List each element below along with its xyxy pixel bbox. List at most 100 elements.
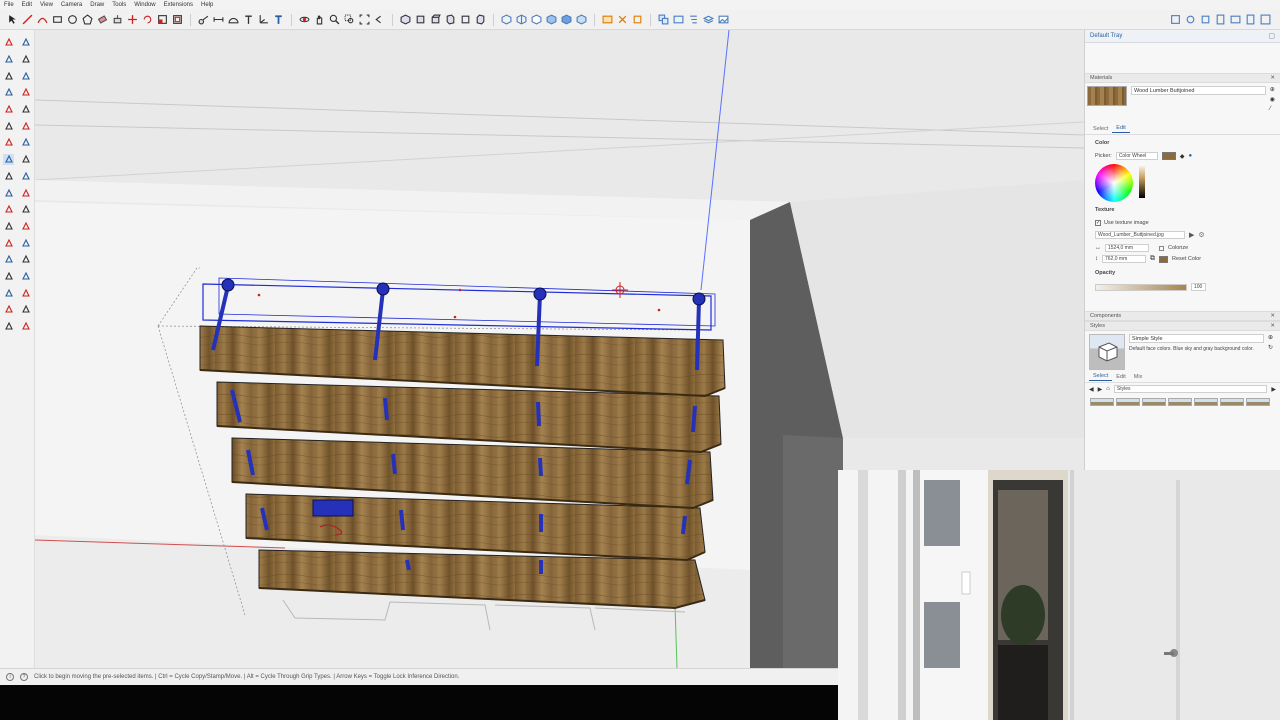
pan-icon[interactable] [313, 13, 326, 27]
paint-bucket-icon[interactable] [20, 54, 31, 65]
close-icon[interactable]: ✕ [1270, 323, 1275, 329]
menu-file[interactable]: File [4, 0, 14, 10]
style-swatch[interactable] [1142, 398, 1166, 406]
close-icon[interactable]: ✕ [1270, 75, 1275, 81]
push-pull-icon[interactable] [111, 13, 124, 27]
pan-icon[interactable] [20, 254, 31, 265]
menu-draw[interactable]: Draw [90, 0, 104, 10]
move-tool-icon[interactable] [126, 13, 139, 27]
styles-collection-select[interactable]: Styles [1113, 385, 1268, 393]
scenes-icon[interactable] [717, 13, 730, 27]
circle-tool-icon[interactable] [3, 104, 14, 115]
rectangle-tool-icon[interactable] [3, 87, 14, 98]
edit-texture-icon[interactable]: ⚙ [1198, 231, 1204, 239]
select-tool-icon[interactable] [3, 37, 14, 48]
three-point-arc-icon[interactable] [20, 137, 31, 148]
line-tool-icon[interactable] [3, 70, 14, 81]
front-view-icon[interactable] [429, 13, 442, 27]
menu-camera[interactable]: Camera [61, 0, 82, 10]
reset-color-label[interactable]: Reset Color [1172, 256, 1201, 262]
paint-bucket-icon[interactable]: ◉ [1270, 96, 1275, 103]
rectangle-tool-icon[interactable] [51, 13, 64, 27]
two-point-arc-icon[interactable] [20, 120, 31, 131]
rotate-tool-icon[interactable] [3, 170, 14, 181]
shadows-icon[interactable] [1244, 13, 1257, 27]
fog-icon[interactable] [1259, 13, 1272, 27]
move-tool-icon[interactable] [3, 153, 14, 165]
style-swatch[interactable] [1246, 398, 1270, 406]
offset-tool-icon[interactable] [171, 13, 184, 27]
back-arrow-icon[interactable]: ◀ [1089, 386, 1094, 393]
colorize-checkbox[interactable] [1159, 245, 1164, 251]
eraser-tool-icon[interactable] [96, 13, 109, 27]
axes-tool-icon[interactable] [257, 13, 270, 27]
pie-tool-icon[interactable] [3, 137, 14, 148]
protractor-icon[interactable] [227, 13, 240, 27]
tab-styles-select[interactable]: Select [1089, 372, 1113, 381]
orbit-icon[interactable] [298, 13, 311, 27]
section-display-icon[interactable] [616, 13, 629, 27]
browse-folder-icon[interactable]: ▶ [1189, 231, 1194, 239]
create-material-icon[interactable]: ⊕ [1270, 86, 1275, 93]
brightness-slider[interactable] [1139, 164, 1145, 198]
wireframe-icon[interactable] [515, 13, 528, 27]
tab-styles-mix[interactable]: Mix [1130, 373, 1147, 381]
left-view-icon[interactable] [474, 13, 487, 27]
hidden-line-icon[interactable] [530, 13, 543, 27]
style-thumbnails-strip[interactable] [1085, 395, 1280, 409]
styles-panel-header[interactable]: Styles ✕ [1085, 321, 1280, 331]
current-color-swatch[interactable] [1161, 152, 1176, 160]
tab-styles-edit[interactable]: Edit [1112, 373, 1129, 381]
arc-tool-icon[interactable] [36, 13, 49, 27]
close-icon[interactable]: ✕ [1270, 313, 1275, 319]
style-swatch[interactable] [1116, 398, 1140, 406]
zoom-icon[interactable] [3, 270, 14, 281]
material-swatch[interactable] [1087, 86, 1127, 106]
opacity-value-field[interactable]: 100 [1191, 283, 1206, 291]
scale-tool-icon[interactable] [156, 13, 169, 27]
axes-tool-icon[interactable] [3, 237, 14, 248]
rotated-rect-icon[interactable] [20, 87, 31, 98]
offset-tool-icon[interactable] [20, 187, 31, 198]
shaded-textures-icon[interactable] [560, 13, 573, 27]
details-arrow-icon[interactable]: ▶ [1271, 386, 1276, 393]
opacity-slider[interactable] [1095, 283, 1187, 291]
follow-me-icon[interactable] [20, 170, 31, 181]
styles-tray-icon[interactable] [1199, 13, 1212, 27]
instructor-icon[interactable] [1229, 13, 1242, 27]
orbit-icon[interactable] [3, 254, 14, 265]
polygon-tool-icon[interactable] [20, 104, 31, 115]
texture-height-field[interactable]: 762,0 mm [1102, 255, 1146, 263]
rotate-tool-icon[interactable] [141, 13, 154, 27]
line-tool-icon[interactable] [21, 13, 34, 27]
scale-tool-icon[interactable] [3, 187, 14, 198]
zoom-window-icon[interactable] [20, 270, 31, 281]
eyedropper-icon[interactable]: ● [1188, 153, 1192, 159]
style-thumbnail[interactable] [1089, 334, 1125, 370]
use-texture-checkbox[interactable]: ✓ [1095, 220, 1101, 226]
dimension-tool-icon[interactable] [212, 13, 225, 27]
position-camera-icon[interactable] [3, 304, 14, 315]
menu-extensions[interactable]: Extensions [164, 0, 193, 10]
sample-paint-icon[interactable]: ⁄ [1270, 106, 1275, 112]
section-plane-icon[interactable] [20, 321, 31, 332]
small-box-object[interactable] [312, 499, 354, 517]
walk-icon[interactable] [20, 304, 31, 315]
outliner-icon[interactable] [687, 13, 700, 27]
material-name-field[interactable]: Wood Lumber Buttjoined [1131, 86, 1266, 95]
zoom-window-icon[interactable] [343, 13, 356, 27]
texture-file-field[interactable]: Wood_Lumber_Buttjoined.jpg [1095, 231, 1185, 239]
picker-select[interactable]: Color Wheel [1115, 152, 1158, 160]
zoom-extents-icon[interactable] [3, 287, 14, 298]
tab-select[interactable]: Select [1089, 125, 1112, 133]
color-wheel[interactable] [1095, 164, 1133, 202]
layers-icon[interactable] [702, 13, 715, 27]
push-pull-icon[interactable] [20, 154, 31, 165]
entity-info-icon[interactable] [1214, 13, 1227, 27]
tray-toggle-icon[interactable] [1169, 13, 1182, 27]
geo-location-icon[interactable]: ? [20, 673, 28, 681]
style-swatch[interactable] [1194, 398, 1218, 406]
previous-view-icon[interactable] [20, 287, 31, 298]
menu-help[interactable]: Help [201, 0, 213, 10]
tab-edit[interactable]: Edit [1112, 124, 1130, 133]
